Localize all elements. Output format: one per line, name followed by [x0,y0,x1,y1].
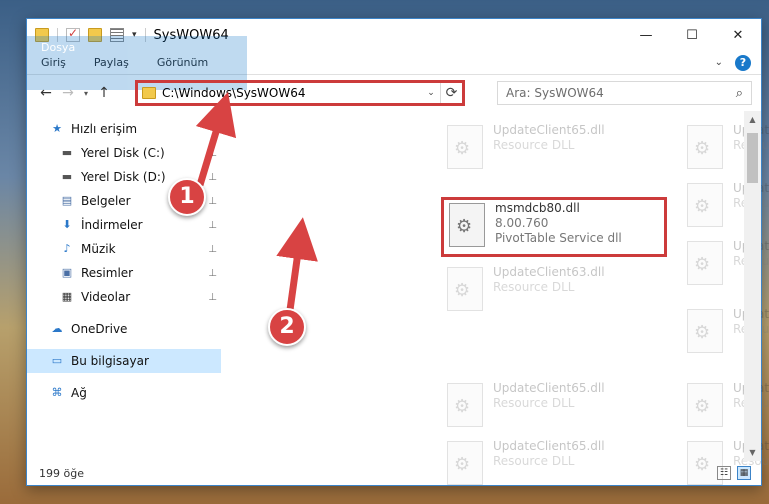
arrow-to-file [276,217,318,311]
arrow-to-address [195,91,237,187]
annotation-arrows [195,91,318,311]
step-badge-2: 2 [268,308,306,346]
step-badge-1: 1 [168,178,206,216]
